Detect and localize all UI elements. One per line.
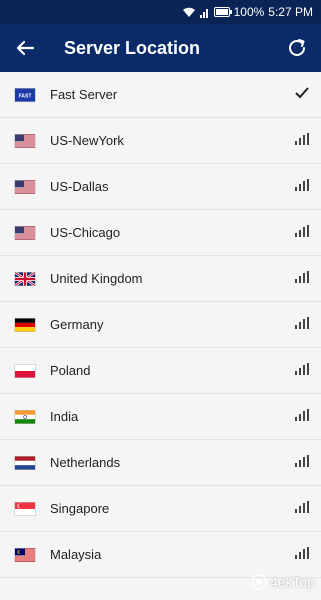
signal-icon: [295, 178, 309, 196]
watermark: 4ekTop: [251, 574, 315, 590]
battery-percent: 100%: [233, 5, 265, 19]
refresh-icon: [289, 39, 305, 56]
signal-icon: [295, 500, 309, 518]
server-row-netherlands[interactable]: Netherlands: [0, 440, 321, 486]
us-flag-icon: [15, 134, 35, 147]
server-name: India: [50, 409, 79, 424]
server-row-singapore[interactable]: Singapore: [0, 486, 321, 532]
clock: 5:27 PM: [268, 5, 313, 19]
netherlands-flag-icon: [15, 456, 35, 469]
server-row-us-newyork[interactable]: US-NewYork: [0, 118, 321, 164]
germany-flag-icon: [15, 318, 35, 331]
server-name: Fast Server: [50, 87, 118, 102]
singapore-flag-icon: [15, 502, 35, 515]
signal-icon: [295, 362, 309, 380]
server-name: Netherlands: [50, 455, 121, 470]
app-bar: Server Location: [0, 24, 321, 72]
arrow-back-icon: [16, 40, 34, 56]
server-name: United Kingdom: [50, 271, 143, 286]
server-row-us-dallas[interactable]: US-Dallas: [0, 164, 321, 210]
back-button[interactable]: [0, 24, 50, 72]
battery-icon: [213, 7, 232, 17]
signal-icon: [295, 270, 309, 288]
server-row-us-chicago[interactable]: US-Chicago: [0, 210, 321, 256]
us-flag-icon: [15, 180, 35, 193]
server-name: Germany: [50, 317, 104, 332]
signal-icon: [295, 132, 309, 150]
watermark-logo-icon: [251, 574, 267, 590]
server-row-malaysia[interactable]: Malaysia: [0, 532, 321, 578]
server-name: Singapore: [50, 501, 110, 516]
server-name: US-Dallas: [50, 179, 109, 194]
server-row-united-kingdom[interactable]: United Kingdom: [0, 256, 321, 302]
server-name: Poland: [50, 363, 91, 378]
server-list: FAST Fast Server US-NewYork US-Dallas US…: [0, 72, 321, 578]
india-flag-icon: [15, 410, 35, 423]
signal-icon: [295, 546, 309, 564]
battery-indicator: 100%: [213, 5, 265, 19]
server-name: Malaysia: [50, 547, 102, 562]
watermark-text: 4ekTop: [269, 574, 315, 590]
us-flag-icon: [15, 226, 35, 239]
selected-check-icon: [295, 86, 309, 104]
uk-flag-icon: [15, 272, 35, 285]
server-row-germany[interactable]: Germany: [0, 302, 321, 348]
signal-icon: [295, 316, 309, 334]
server-row-india[interactable]: India: [0, 394, 321, 440]
fast-server-icon: FAST: [15, 88, 35, 101]
signal-icon: [295, 454, 309, 472]
server-name: US-Chicago: [50, 225, 121, 240]
signal-icon: [295, 408, 309, 426]
page-title: Server Location: [64, 37, 201, 58]
status-bar: 100% 5:27 PM: [0, 0, 321, 24]
server-row-poland[interactable]: Poland: [0, 348, 321, 394]
poland-flag-icon: [15, 364, 35, 377]
malaysia-flag-icon: [15, 548, 35, 561]
server-row-fast-server[interactable]: FAST Fast Server: [0, 72, 321, 118]
server-name: US-NewYork: [50, 133, 124, 148]
refresh-button[interactable]: [273, 24, 321, 72]
signal-icon: [295, 224, 309, 242]
wifi-icon: [182, 7, 195, 17]
signal-status-icon: [199, 9, 208, 18]
fast-server-flag-text: FAST: [19, 93, 32, 99]
